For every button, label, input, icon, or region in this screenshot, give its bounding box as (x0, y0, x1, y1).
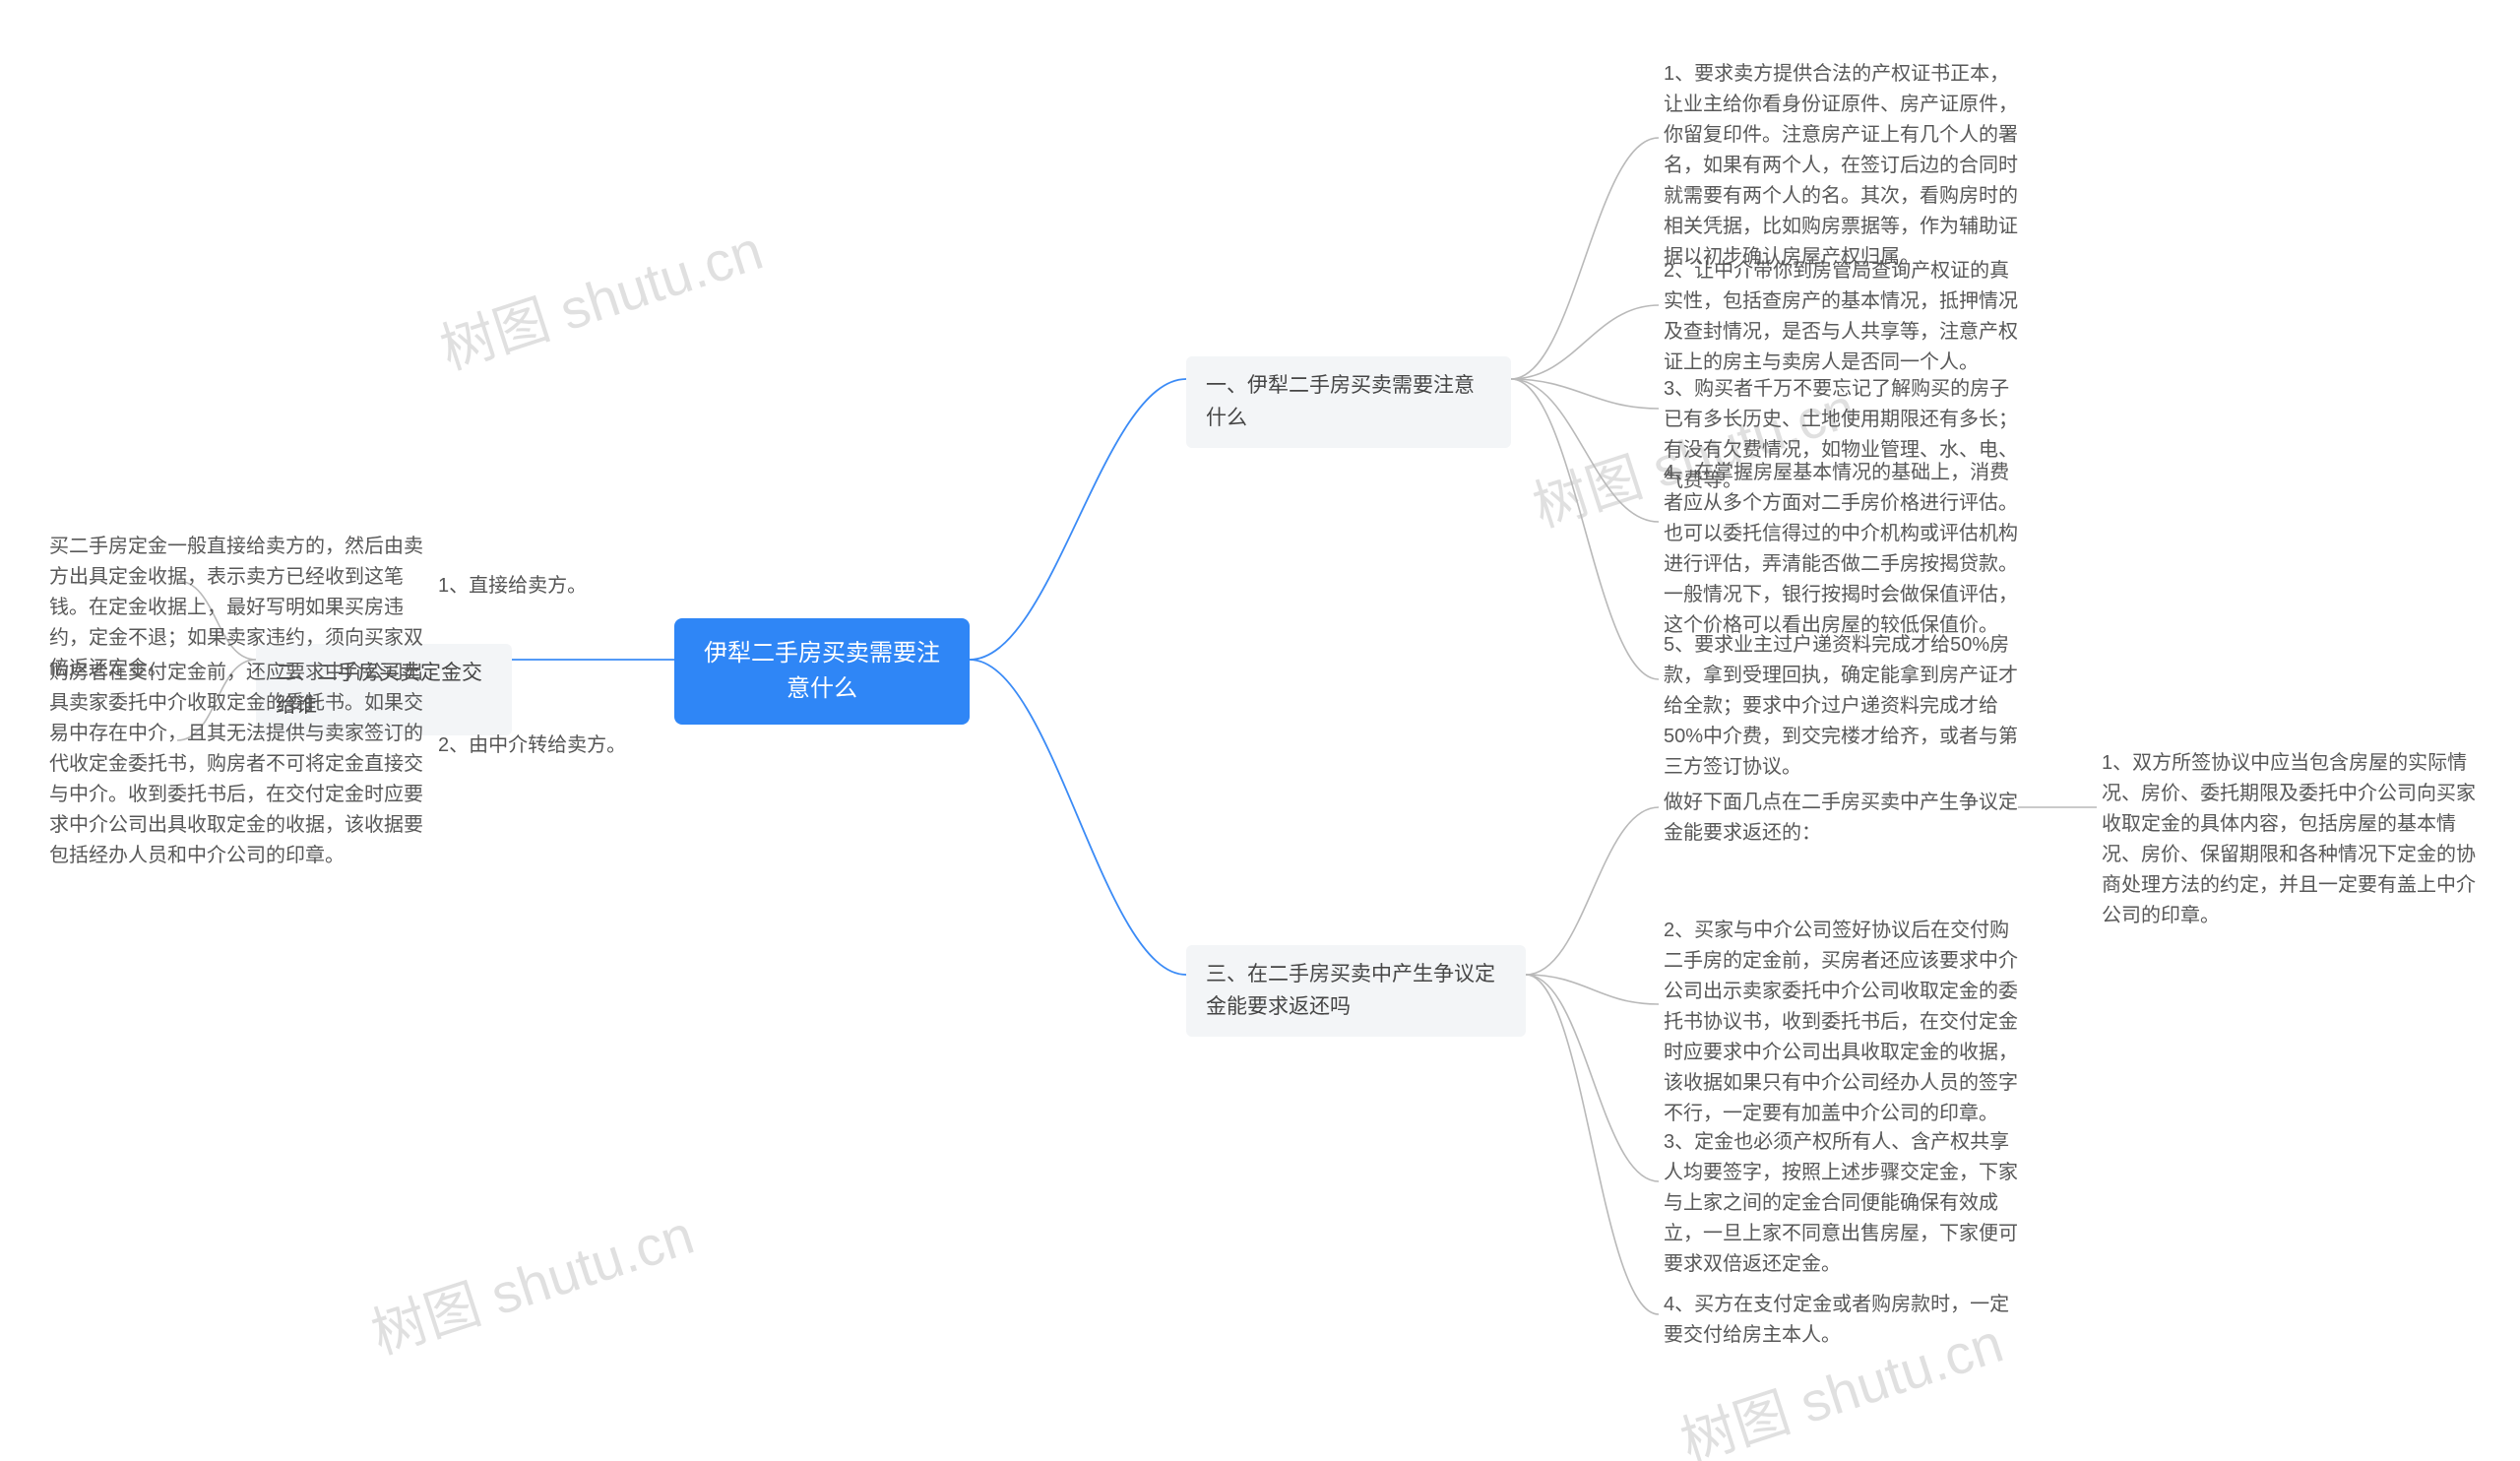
watermark: 树图 shutu.cn (360, 1191, 703, 1370)
branch-three-intro: 做好下面几点在二手房买卖中产生争议定金能要求返还的： (1664, 788, 2018, 849)
branch-three: 三、在二手房买卖中产生争议定金能要求返还吗 (1186, 945, 1526, 1037)
branch-three-item-1: 1、双方所签协议中应当包含房屋的实际情况、房价、委托期限及委托中介公司向买家收取… (2102, 748, 2476, 931)
branch-three-item-2: 2、买家与中介公司签好协议后在交付购二手房的定金前，买房者还应该要求中介公司出示… (1664, 916, 2028, 1129)
mindmap-canvas: 树图 shutu.cn 树图 shutu.cn 树图 shutu.cn 树图 s… (0, 0, 2520, 1461)
branch-one-item-4: 4、在掌握房屋基本情况的基础上，消费者应从多个方面对二手房价格进行评估。也可以委… (1664, 458, 2028, 641)
branch-one-item-5: 5、要求业主过户递资料完成才给50%房款，拿到受理回执，确定能拿到房产证才给全款… (1664, 630, 2028, 783)
branch-two-sub-b: 2、由中介转给卖方。 (438, 729, 635, 763)
branch-one: 一、伊犁二手房买卖需要注意什么 (1186, 356, 1511, 448)
root-node: 伊犁二手房买卖需要注意什么 (674, 618, 970, 725)
branch-one-item-2: 2、让中介带你到房管局查询产权证的真实性，包括查房产的基本情况，抵押情况及查封情… (1664, 256, 2028, 378)
branch-one-item-1: 1、要求卖方提供合法的产权证书正本，让业主给你看身份证原件、房产证原件，你留复印… (1664, 59, 2028, 273)
watermark: 树图 shutu.cn (429, 207, 772, 386)
branch-two-sub-b-text: 购房者在交付定金前，还应要求中介公司出具卖家委托中介收取定金的委托书。如果交易中… (49, 658, 433, 871)
branch-three-item-3: 3、定金也必须产权所有人、含产权共享人均要签字，按照上述步骤交定金，下家与上家之… (1664, 1127, 2028, 1280)
branch-three-item-4: 4、买方在支付定金或者购房款时，一定要交付给房主本人。 (1664, 1290, 2028, 1351)
branch-two-sub-a: 1、直接给卖方。 (438, 569, 605, 603)
